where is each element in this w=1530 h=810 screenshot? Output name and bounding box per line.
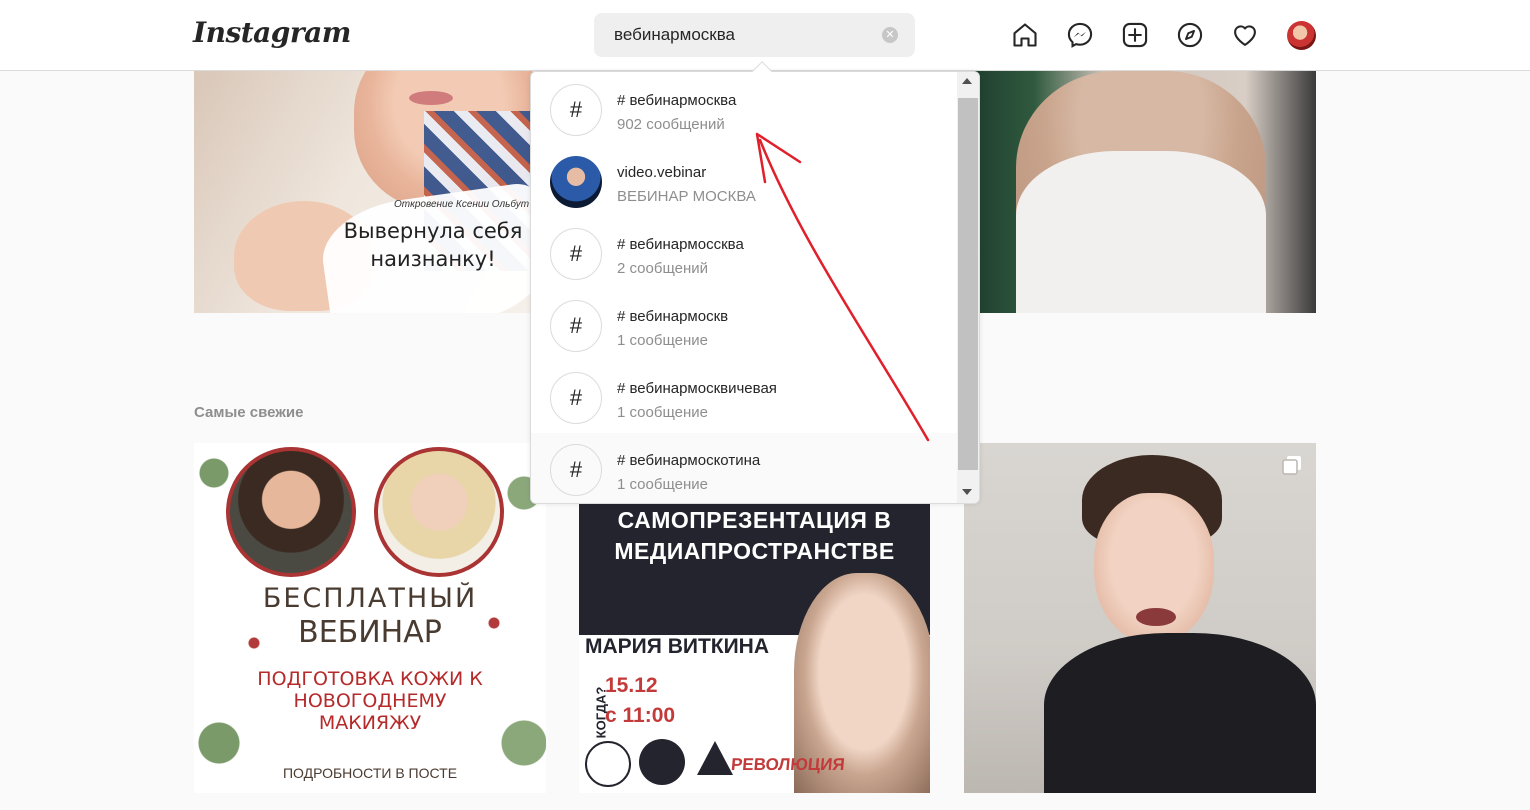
hashtag-icon: #	[550, 84, 602, 136]
search-results-dropdown: # # вебинармосква 902 сообщений video.ve…	[530, 71, 980, 504]
search-result-hashtag[interactable]: # # вебинармосквичевая 1 сообщение	[531, 361, 957, 433]
search-input[interactable]: вебинармосква ✕	[594, 13, 915, 57]
section-title-most-recent: Самые свежие	[194, 404, 304, 421]
post-date-day: 15.12	[605, 674, 658, 697]
result-title: video.vebinar	[617, 164, 707, 181]
hashtag-icon: #	[550, 228, 602, 280]
search-result-hashtag[interactable]: # # вебинармоссква 2 сообщений	[531, 217, 957, 289]
post-text-line: ПОДГОТОВКА КОЖИ К НОВОГОДНЕМУ МАКИЯЖУ	[257, 668, 483, 734]
hashtag-icon: #	[550, 444, 602, 496]
post-image-detail	[1136, 608, 1176, 626]
result-subtitle: 1 сообщение	[617, 332, 708, 349]
search-result-hashtag[interactable]: # # вебинармоскотина 1 сообщение	[531, 433, 957, 503]
top-navigation-bar: Instagram вебинармосква ✕	[0, 0, 1530, 71]
post-thumbnail-recent-1[interactable]: БЕСПЛАТНЫЙ ВЕБИНАР ПОДГОТОВКА КОЖИ К НОВ…	[194, 443, 546, 793]
result-subtitle: ВЕБИНАР МОСКВА	[617, 188, 756, 205]
post-text-line: БЕСПЛАТНЫЙ	[262, 583, 478, 614]
post-headline: САМОПРЕЗЕНТАЦИЯ В МЕДИАПРОСТРАНСТВЕ	[614, 507, 895, 564]
scroll-down-arrow-icon[interactable]	[962, 489, 972, 495]
post-image-portrait	[374, 447, 504, 577]
result-title: # вебинармоскотина	[617, 452, 761, 469]
post-image-detail	[1044, 633, 1316, 793]
partner-logo	[585, 741, 631, 787]
post-date-time: с 11:00	[605, 704, 676, 727]
search-result-hashtag[interactable]: # # вебинармосква 902 сообщений	[531, 73, 957, 145]
account-avatar	[550, 156, 602, 208]
post-brand-text: РЕВОЛЮЦИЯ	[730, 755, 846, 774]
search-result-hashtag[interactable]: # # вебинармоскв 1 сообщение	[531, 289, 957, 361]
post-image-detail	[409, 91, 453, 105]
search-query-text[interactable]: вебинармосква	[614, 25, 735, 45]
post-caption-small: Откровение Ксении Ольбут	[394, 199, 530, 210]
post-text-line: ВЕБИНАР	[298, 615, 442, 650]
multiple-images-icon	[1282, 456, 1301, 475]
result-title: # вебинармосква	[617, 92, 737, 109]
post-image-detail	[1016, 151, 1266, 313]
result-subtitle: 2 сообщений	[617, 260, 709, 277]
result-title: # вебинармоссква	[617, 236, 744, 253]
post-caption-big: Вывернула себя наизнанку!	[343, 219, 523, 271]
profile-avatar[interactable]	[1287, 21, 1316, 50]
result-title: # вебинармоскв	[617, 308, 729, 325]
result-subtitle: 902 сообщений	[617, 116, 725, 133]
home-icon[interactable]	[1011, 21, 1039, 49]
post-thumbnail-recent-3[interactable]	[964, 443, 1316, 793]
scrollbar-thumb[interactable]	[958, 98, 978, 470]
instagram-logo[interactable]: Instagram	[193, 16, 351, 49]
result-subtitle: 1 сообщение	[617, 476, 708, 493]
activity-heart-icon[interactable]	[1231, 21, 1259, 49]
result-title: # вебинармосквичевая	[617, 380, 777, 397]
hashtag-icon: #	[550, 300, 602, 352]
search-result-account[interactable]: video.vebinar ВЕБИНАР МОСКВА	[531, 145, 957, 217]
post-image-portrait	[226, 447, 356, 577]
scroll-up-arrow-icon[interactable]	[962, 78, 972, 84]
post-thumbnail-top-right[interactable]	[964, 71, 1316, 313]
clear-search-icon[interactable]: ✕	[882, 27, 898, 43]
result-subtitle: 1 сообщение	[617, 404, 708, 421]
partner-logo	[697, 741, 733, 775]
post-thumbnail-top-left[interactable]: Откровение Ксении Ольбут Вывернула себя …	[194, 71, 546, 313]
messenger-icon[interactable]	[1066, 21, 1094, 49]
dropdown-scrollbar[interactable]	[957, 72, 979, 503]
new-post-icon[interactable]	[1121, 21, 1149, 49]
post-date: 15.12 с 11:00	[605, 671, 675, 731]
partner-logo	[639, 739, 685, 785]
post-speaker-name: МАРИЯ ВИТКИНА	[585, 635, 770, 658]
post-text-line: ПОДРОБНОСТИ В ПОСТЕ	[282, 765, 458, 781]
explore-icon[interactable]	[1176, 21, 1204, 49]
hashtag-icon: #	[550, 372, 602, 424]
